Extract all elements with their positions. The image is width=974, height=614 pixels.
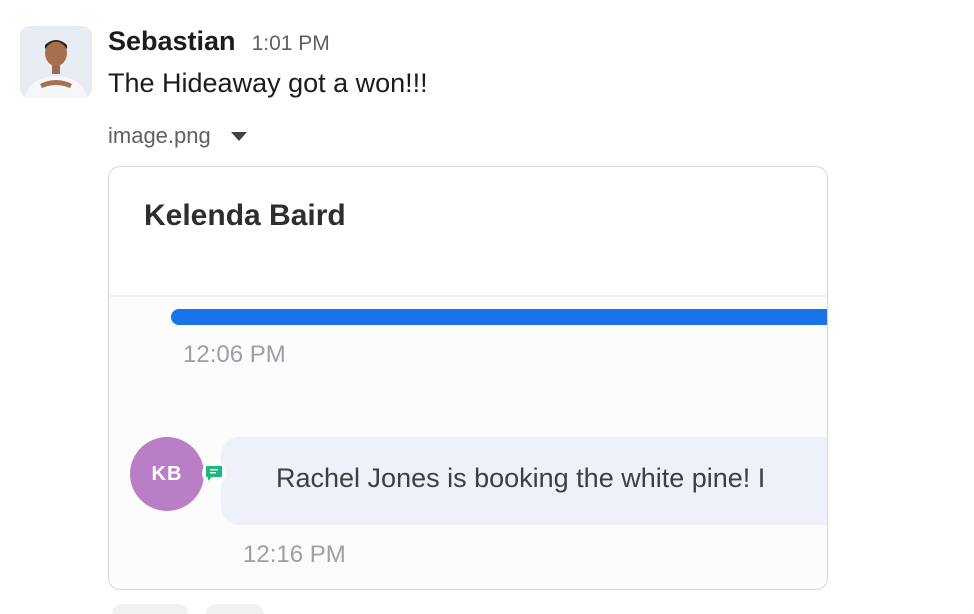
message-timestamp[interactable]: 1:01 PM <box>252 32 330 56</box>
caret-down-icon[interactable] <box>230 131 247 141</box>
contact-initials: KB <box>151 462 183 485</box>
sms-chat-icon <box>202 461 226 485</box>
reaction-pill[interactable] <box>112 604 188 614</box>
add-reaction-pill[interactable] <box>206 604 264 614</box>
screenshot-header: Kelenda Baird <box>109 167 827 297</box>
message-text: The Hideaway got a won!!! <box>108 68 428 98</box>
image-preview[interactable]: Kelenda Baird 12:06 PM Rachel Jones is b… <box>108 166 828 590</box>
attachment-file-name[interactable]: image.png <box>108 123 211 149</box>
person-avatar-image <box>20 26 92 98</box>
message-header: Sebastian 1:01 PM <box>108 26 330 57</box>
contact-name: Kelenda Baird <box>144 199 346 232</box>
first-message-time: 12:06 PM <box>183 341 286 368</box>
incoming-message-text: Rachel Jones is booking the white pine! … <box>276 463 766 493</box>
contact-avatar: KB <box>130 437 204 511</box>
attachment-header: image.png <box>108 123 247 149</box>
message-container: Sebastian 1:01 PM The Hideaway got a won… <box>0 0 974 614</box>
sender-avatar[interactable] <box>20 26 92 98</box>
screenshot-chat-body: 12:06 PM Rachel Jones is booking the whi… <box>109 297 827 589</box>
incoming-message-bubble: Rachel Jones is booking the white pine! … <box>221 437 827 525</box>
sender-name[interactable]: Sebastian <box>108 26 236 57</box>
outgoing-message-bubble <box>171 309 827 325</box>
second-message-time: 12:16 PM <box>243 541 346 568</box>
